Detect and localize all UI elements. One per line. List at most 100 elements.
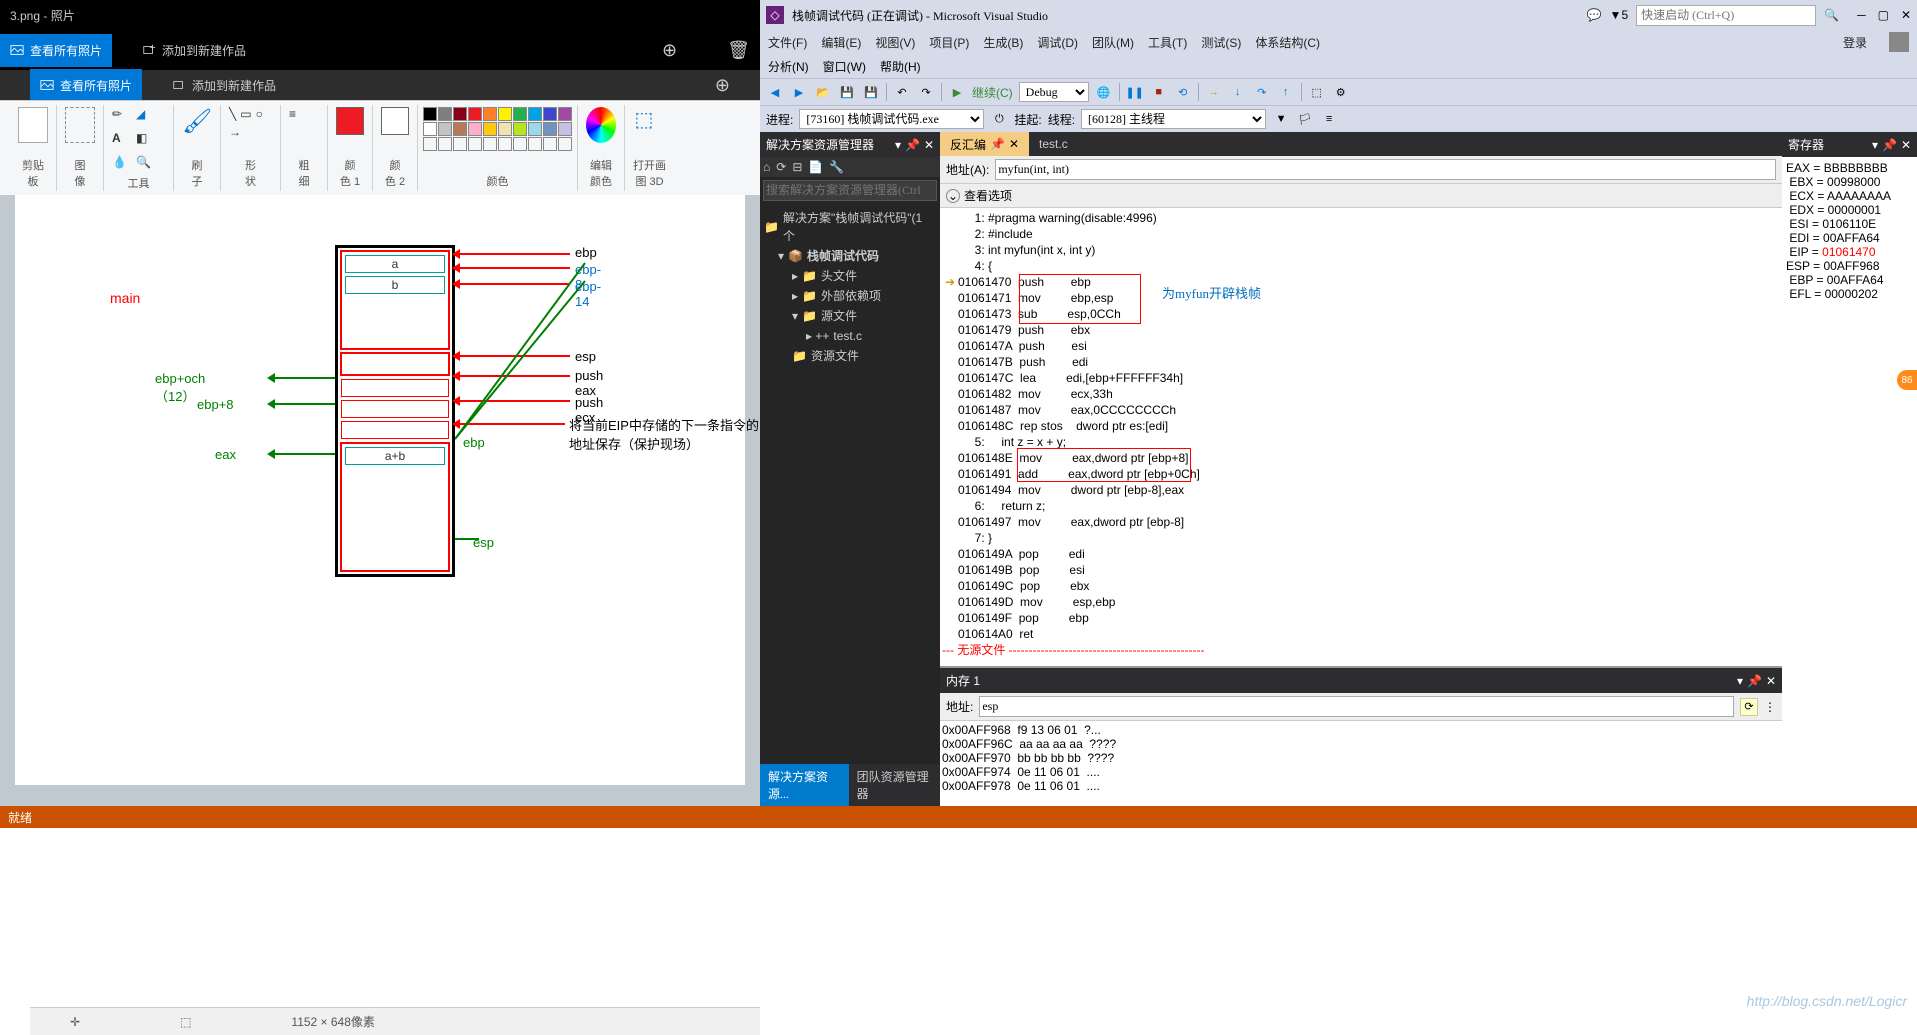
disasm-line[interactable]: 0106147C lea edi,[ebp+FFFFFF34h] — [942, 370, 1780, 386]
disasm-line[interactable]: 3: int myfun(int x, int y) — [942, 242, 1780, 258]
thread-select[interactable]: [60128] 主线程 — [1081, 109, 1266, 129]
ribbon-color1[interactable]: 颜 色 1 — [328, 105, 373, 191]
menu-edit[interactable]: 编辑(E) — [821, 34, 861, 51]
rect-icon[interactable]: ▭ — [240, 107, 251, 121]
arrow-icon[interactable]: → — [229, 125, 241, 139]
disasm-line[interactable]: 01061482 mov ecx,33h — [942, 386, 1780, 402]
tools-icon[interactable]: ⚙ — [1332, 83, 1350, 101]
notif-icon[interactable]: 💬 — [1587, 8, 1602, 22]
register-line[interactable]: EIP = 01061470 — [1786, 245, 1913, 259]
maximize-icon[interactable]: ▢ — [1878, 8, 1889, 22]
save-icon[interactable]: 💾 — [838, 83, 856, 101]
disasm-line[interactable]: 1: #pragma warning(disable:4996) — [942, 210, 1780, 226]
continue-label[interactable]: 继续(C) — [972, 84, 1013, 101]
register-line[interactable]: EFL = 00000202 — [1786, 287, 1913, 301]
browser-icon[interactable]: 🌐 — [1095, 83, 1113, 101]
step-out-icon[interactable]: ↑ — [1277, 83, 1295, 101]
oval-icon[interactable]: ○ — [256, 107, 263, 121]
pause-icon[interactable]: ❚❚ — [1126, 83, 1144, 101]
login-link[interactable]: 登录 — [1843, 34, 1867, 51]
close-icon[interactable]: ✕ — [1766, 674, 1776, 688]
dropdown-icon[interactable]: ▾ — [895, 138, 901, 152]
ribbon-outline[interactable]: ≡ 粗 细 — [281, 105, 328, 191]
ribbon-open3d[interactable]: ⬚ 打开画 图 3D — [625, 105, 674, 191]
zoom-in-icon[interactable]: ⊕ — [662, 40, 677, 61]
pin-icon[interactable]: 📌 — [1882, 138, 1897, 152]
memory-line[interactable]: 0x00AFF96C aa aa aa aa ???? — [942, 737, 1780, 751]
disasm-line[interactable]: 0106147B push edi — [942, 354, 1780, 370]
ribbon-image[interactable]: 图 像 — [57, 105, 104, 191]
tab-testc[interactable]: test.c — [1029, 132, 1078, 156]
process-select[interactable]: [73160] 栈帧调试代码.exe — [799, 109, 984, 129]
stop-icon[interactable]: ■ — [1150, 83, 1168, 101]
disasm-line[interactable]: 4: { — [942, 258, 1780, 274]
filter-icon[interactable]: ▼ — [1272, 110, 1290, 128]
memory-line[interactable]: 0x00AFF968 f9 13 06 01 ?... — [942, 723, 1780, 737]
redo-icon[interactable]: ↷ — [917, 83, 935, 101]
undo-icon[interactable]: ↶ — [893, 83, 911, 101]
step-into-icon[interactable]: ↓ — [1229, 83, 1247, 101]
solution-search-input[interactable] — [763, 180, 937, 201]
refresh-icon[interactable]: ⟳ — [776, 160, 786, 174]
menu-help[interactable]: 帮助(H) — [880, 58, 921, 75]
memory-line[interactable]: 0x00AFF970 bb bb bb bb ???? — [942, 751, 1780, 765]
reeval-icon[interactable]: ⟳ — [1740, 698, 1758, 716]
menu-build[interactable]: 生成(B) — [983, 34, 1023, 51]
view-options-row[interactable]: ⌄ 查看选项 — [940, 184, 1782, 208]
register-line[interactable]: ESP = 00AFF968 — [1786, 259, 1913, 273]
properties-icon[interactable]: 🔧 — [829, 160, 844, 174]
collapse-icon[interactable]: ⊟ — [792, 160, 802, 174]
pin-icon[interactable]: 📌 — [1747, 674, 1762, 688]
hex-icon[interactable]: ⬚ — [1308, 83, 1326, 101]
menu-team[interactable]: 团队(M) — [1092, 34, 1134, 51]
memory-line[interactable]: 0x00AFF978 0e 11 06 01 .... — [942, 779, 1780, 793]
disassembly-view[interactable]: 为myfun开辟栈帧 1: #pragma warning(disable:49… — [940, 208, 1782, 666]
register-line[interactable]: EBP = 00AFFA64 — [1786, 273, 1913, 287]
next-stmt-icon[interactable]: → — [1205, 83, 1223, 101]
view-all-photos-button-2[interactable]: 查看所有照片 — [30, 69, 142, 102]
disasm-line[interactable]: 01061479 push ebx — [942, 322, 1780, 338]
zoom-icon[interactable]: 🔍 — [136, 155, 156, 175]
text-icon[interactable]: A — [112, 131, 132, 151]
side-badge[interactable]: 86 — [1897, 370, 1917, 390]
home-icon[interactable]: ⌂ — [763, 160, 770, 174]
menu-window[interactable]: 窗口(W) — [823, 58, 866, 75]
nav-back-icon[interactable]: ◀ — [766, 83, 784, 101]
step-over-icon[interactable]: ↷ — [1253, 83, 1271, 101]
address-input[interactable] — [995, 159, 1776, 180]
ribbon-editcolors[interactable]: 编辑 颜色 — [578, 105, 625, 191]
menu-project[interactable]: 项目(P) — [929, 34, 969, 51]
register-line[interactable]: EDX = 00000001 — [1786, 203, 1913, 217]
disasm-line[interactable]: 0106148C rep stos dword ptr es:[edi] — [942, 418, 1780, 434]
disasm-line[interactable]: 010614A0 ret — [942, 626, 1780, 642]
delete-icon[interactable]: 🗑 — [727, 40, 750, 61]
pin-icon[interactable]: 📌 — [990, 137, 1005, 151]
ribbon-clipboard[interactable]: 剪贴 板 — [10, 105, 57, 191]
disasm-line[interactable]: 0106149F pop ebp — [942, 610, 1780, 626]
solution-tree[interactable]: 📁解决方案"栈帧调试代码"(1 个 ▾📦栈帧调试代码 ▸📁头文件 ▸📁外部依赖项… — [760, 204, 940, 764]
saveall-icon[interactable]: 💾 — [862, 83, 880, 101]
ribbon-shapes[interactable]: ╲ ▭ ○ → 形 状 — [221, 105, 281, 191]
disasm-line[interactable]: 01061497 mov eax,dword ptr [ebp-8] — [942, 514, 1780, 530]
register-line[interactable]: EAX = BBBBBBBB — [1786, 161, 1913, 175]
continue-icon[interactable]: ▶ — [948, 83, 966, 101]
disasm-line[interactable]: 01061494 mov dword ptr [ebp-8],eax — [942, 482, 1780, 498]
memory-line[interactable]: 0x00AFF974 0e 11 06 01 .... — [942, 765, 1780, 779]
disasm-line[interactable]: 0106149D mov esp,ebp — [942, 594, 1780, 610]
registers-body[interactable]: EAX = BBBBBBBB EBX = 00998000 ECX = AAAA… — [1782, 157, 1917, 806]
disasm-line[interactable]: 2: #include — [942, 226, 1780, 242]
tab-disassembly[interactable]: 反汇编📌✕ — [940, 132, 1029, 156]
disasm-line[interactable]: 0106149C pop ebx — [942, 578, 1780, 594]
disasm-line[interactable]: 7: } — [942, 530, 1780, 546]
restart-icon[interactable]: ⟲ — [1174, 83, 1192, 101]
flag-icon2[interactable]: 🏳 — [1296, 110, 1314, 128]
tab-team-explorer[interactable]: 团队资源管理器 — [849, 764, 940, 806]
quick-launch-input[interactable] — [1636, 5, 1816, 26]
menu-file[interactable]: 文件(F) — [768, 34, 807, 51]
picker-icon[interactable]: 💧 — [112, 155, 132, 175]
flag-icon[interactable]: ▼5 — [1610, 8, 1629, 22]
ribbon-color2[interactable]: 颜 色 2 — [373, 105, 418, 191]
disasm-line[interactable]: 6: return z; — [942, 498, 1780, 514]
disasm-line[interactable]: 01061487 mov eax,0CCCCCCCCh — [942, 402, 1780, 418]
minimize-icon[interactable]: ─ — [1857, 8, 1866, 22]
